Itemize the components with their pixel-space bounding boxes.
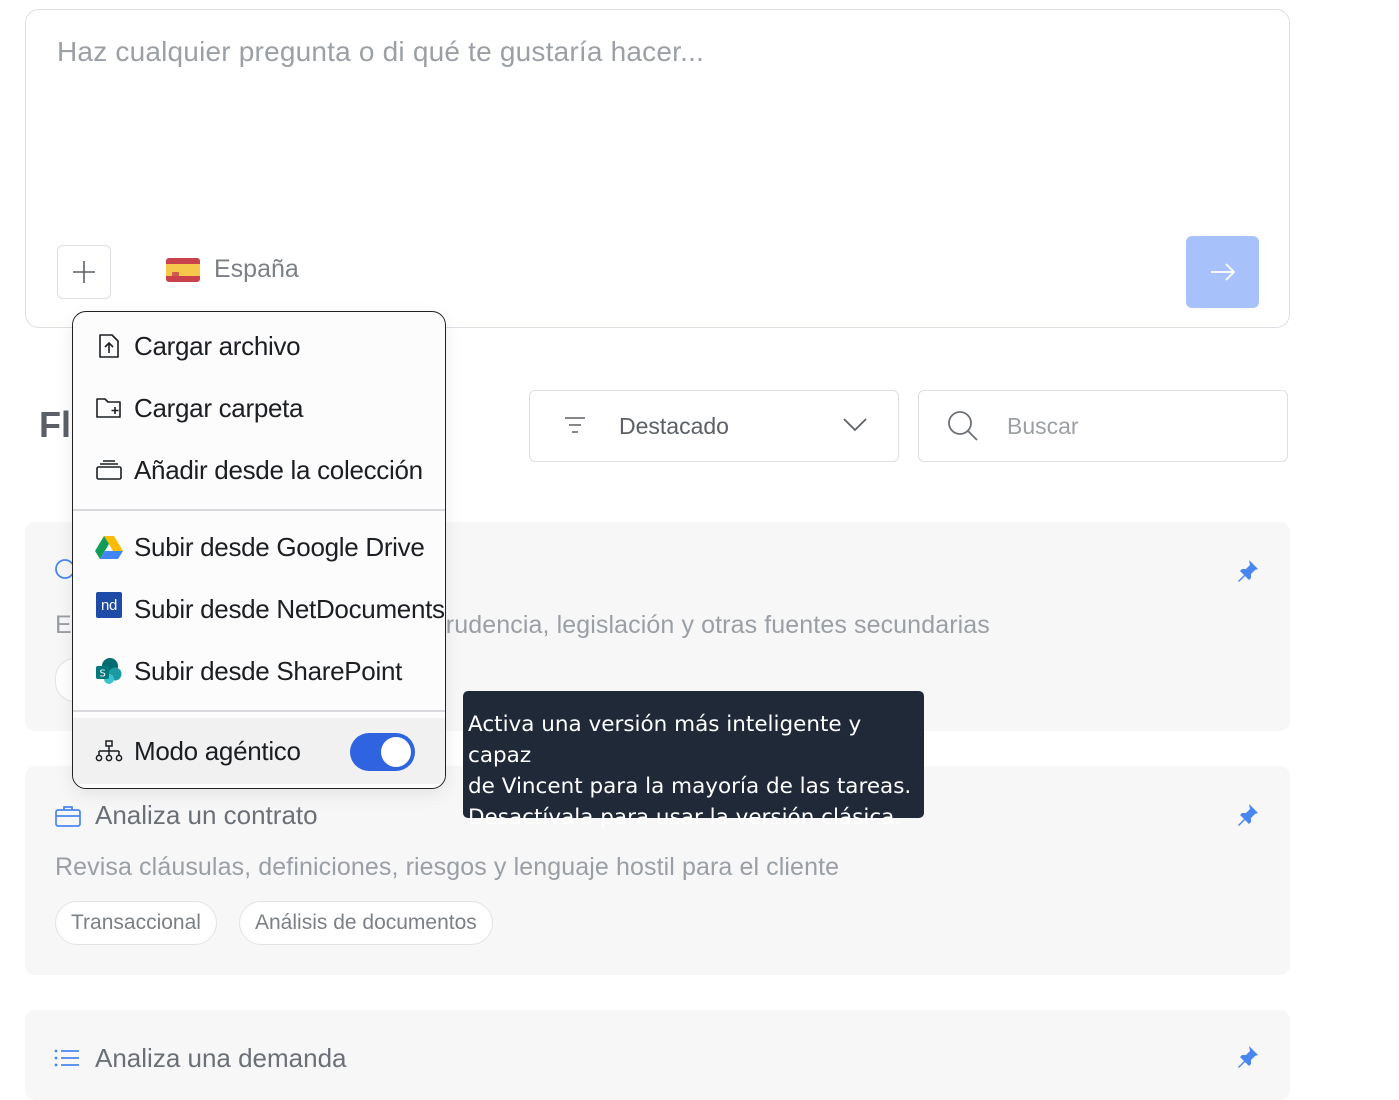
tooltip-line: Activa una versión más inteligente y cap…: [468, 712, 862, 768]
spain-flag-icon: [166, 257, 200, 282]
tag[interactable]: Análisis de documentos: [239, 901, 493, 945]
add-button[interactable]: [57, 245, 111, 299]
tooltip-line: de Vincent para la mayoría de las tareas…: [468, 774, 912, 799]
folder-add-icon: [96, 398, 121, 418]
google-drive-icon: [95, 536, 123, 559]
country-label: España: [214, 255, 299, 283]
pin-icon[interactable]: [1234, 802, 1260, 828]
search-input[interactable]: Buscar: [918, 390, 1288, 462]
file-upload-icon: [99, 334, 119, 358]
menu-item-add-from-collection[interactable]: Añadir desde la colección: [73, 442, 445, 498]
svg-text:S: S: [99, 669, 105, 680]
filter-icon: [565, 417, 585, 433]
tooltip-line: Desactívala para usar la versión clásica…: [468, 805, 902, 830]
list-icon: [54, 1049, 79, 1067]
section-title: Fl: [39, 404, 71, 445]
sort-select[interactable]: Destacado: [529, 390, 899, 462]
plus-icon: [73, 261, 95, 283]
tag[interactable]: Transaccional: [55, 901, 217, 945]
upload-menu: Cargar archivo Cargar carpeta Añadir des…: [72, 311, 446, 789]
menu-divider: [73, 710, 445, 712]
search-icon: [948, 411, 978, 441]
search-placeholder: Buscar: [1007, 413, 1079, 439]
network-icon: [95, 740, 123, 762]
agent-mode-label: Modo agéntico: [134, 735, 301, 766]
agent-mode-toggle[interactable]: [350, 733, 415, 771]
chevron-down-icon: [843, 418, 867, 432]
toggle-knob: [381, 737, 411, 767]
menu-item-google-drive[interactable]: Subir desde Google Drive: [73, 519, 445, 575]
menu-item-upload-file[interactable]: Cargar archivo: [73, 318, 445, 374]
menu-item-netdocuments[interactable]: nd Subir desde NetDocuments: [73, 581, 445, 637]
country-selector[interactable]: España: [166, 255, 299, 284]
card-description: Revisa cláusulas, definiciones, riesgos …: [55, 853, 840, 881]
arrow-right-icon: [1210, 263, 1235, 281]
pin-icon[interactable]: [1234, 558, 1260, 584]
sharepoint-icon: S: [96, 658, 122, 684]
card-title: Analiza una demanda: [95, 1043, 347, 1073]
menu-item-upload-folder[interactable]: Cargar carpeta: [73, 380, 445, 436]
menu-item-agent-mode[interactable]: Modo agéntico: [73, 718, 445, 784]
prompt-input[interactable]: Haz cualquier pregunta o di qué te gusta…: [57, 36, 704, 68]
briefcase-icon: [55, 806, 81, 827]
agent-mode-tooltip: Activa una versión más inteligente y cap…: [463, 691, 924, 830]
card-title: Analiza un contrato: [95, 800, 318, 830]
netdocuments-icon: nd: [96, 592, 122, 618]
pin-icon[interactable]: [1234, 1044, 1260, 1070]
send-button[interactable]: [1186, 236, 1259, 308]
collection-icon: [96, 460, 122, 480]
workflow-card[interactable]: Analiza una demanda: [25, 1010, 1290, 1100]
sort-label: Destacado: [619, 413, 729, 439]
menu-item-sharepoint[interactable]: S Subir desde SharePoint: [73, 643, 445, 699]
menu-divider: [73, 509, 445, 511]
